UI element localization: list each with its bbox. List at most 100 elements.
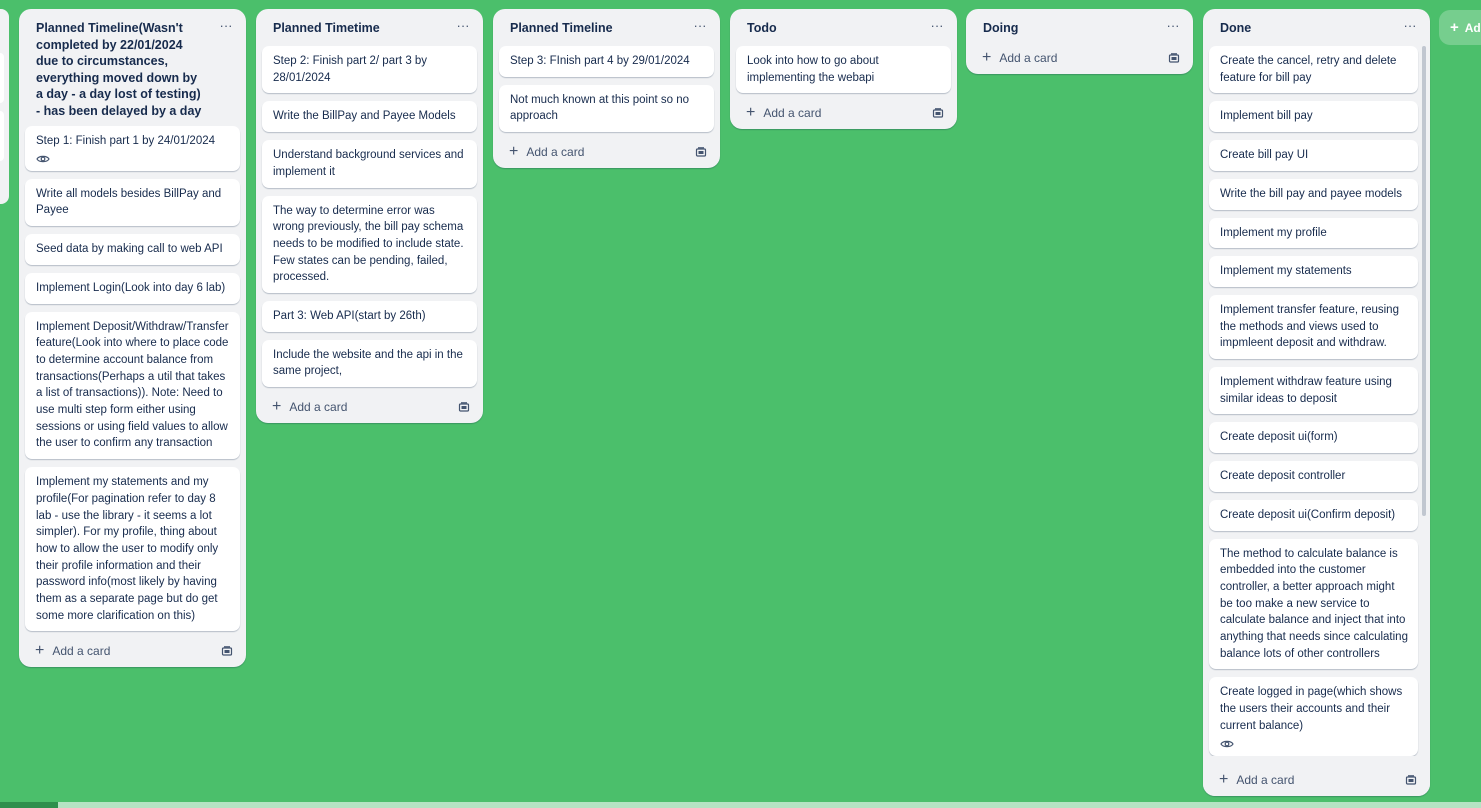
card-title: Include the website and the api in the s… xyxy=(273,348,463,378)
card[interactable]: The way to determine error was wrong pre… xyxy=(262,195,477,294)
card-template-icon[interactable] xyxy=(458,401,470,413)
card[interactable]: Seed data by making call to web API xyxy=(25,234,240,265)
ellipsis-icon[interactable]: ··· xyxy=(1165,17,1181,33)
list-title[interactable]: Planned Timeline xyxy=(510,20,680,37)
offscreen-card xyxy=(0,53,4,103)
card-template-icon[interactable] xyxy=(221,645,233,657)
ellipsis-icon[interactable]: ··· xyxy=(218,17,234,33)
card-title: Implement Deposit/Withdraw/Transfer feat… xyxy=(36,320,229,450)
card[interactable]: The method to calculate balance is embed… xyxy=(1209,538,1418,670)
card-title: Create logged in page(which shows the us… xyxy=(1220,686,1403,732)
plus-icon: + xyxy=(272,398,282,416)
card[interactable]: Implement my statements xyxy=(1209,256,1418,287)
add-card-button[interactable]: + Add a card xyxy=(1219,771,1294,788)
add-card-label: Add a card xyxy=(763,106,822,121)
list-title[interactable]: Todo xyxy=(747,20,917,37)
vertical-scrollbar[interactable] xyxy=(1422,46,1426,516)
card[interactable]: Not much known at this point so no appro… xyxy=(499,84,714,133)
card-title: Implement transfer feature, reusing the … xyxy=(1220,303,1399,350)
add-card-button[interactable]: + Add a card xyxy=(272,398,347,416)
list-header: Planned Timeline(Wasn't completed by 22/… xyxy=(19,9,246,123)
card-title: Create bill pay UI xyxy=(1220,149,1309,162)
eye-icon xyxy=(36,155,50,162)
card[interactable]: Create deposit controller xyxy=(1209,461,1418,492)
add-card-button[interactable]: + Add a card xyxy=(982,50,1058,66)
card-template-icon[interactable] xyxy=(1168,52,1180,64)
card[interactable]: Implement my statements and my profile(F… xyxy=(25,467,240,632)
ellipsis-icon[interactable]: ··· xyxy=(692,17,708,33)
card[interactable]: Write all models besides BillPay and Pay… xyxy=(25,178,240,227)
add-card-button[interactable]: + Add a card xyxy=(746,105,822,121)
list-header: Planned Timeline ··· xyxy=(493,9,720,43)
list-header: Todo ··· xyxy=(730,9,957,43)
card[interactable]: Step 2: Finish part 2/ part 3 by 28/01/2… xyxy=(262,46,477,94)
list-title[interactable]: Planned Timeline(Wasn't completed by 22/… xyxy=(36,20,206,119)
plus-icon: + xyxy=(35,642,45,660)
card[interactable]: Write the BillPay and Payee Models xyxy=(262,101,477,133)
card-template-icon[interactable] xyxy=(932,107,944,119)
list-header: Planned Timetime ··· xyxy=(256,9,483,43)
ellipsis-icon[interactable]: ··· xyxy=(929,17,945,33)
card[interactable]: Create deposit ui(form) xyxy=(1209,422,1418,454)
card[interactable]: Step 1: Finish part 1 by 24/01/2024 xyxy=(25,126,240,171)
add-card-label: Add a card xyxy=(526,145,585,160)
done-cards-scroll[interactable]: Create the cancel, retry and delete feat… xyxy=(1203,43,1430,756)
add-card-label: Add a card xyxy=(52,644,111,659)
card[interactable]: Part 3: Web API(start by 26th) xyxy=(262,301,477,332)
card-title: Create the cancel, retry and delete feat… xyxy=(1220,55,1397,84)
list-todo: Todo ··· Look into how to go about imple… xyxy=(730,9,957,130)
list-done: Done ··· Create the cancel, retry and de… xyxy=(1203,9,1430,796)
card-title: The method to calculate balance is embed… xyxy=(1220,547,1408,660)
list-footer: + Add a card xyxy=(966,43,1193,74)
card-title: Implement my statements and my profile(F… xyxy=(36,476,219,622)
ellipsis-icon[interactable]: ··· xyxy=(455,17,471,33)
plus-icon: + xyxy=(509,143,519,161)
card[interactable]: Implement Login(Look into day 6 lab) xyxy=(25,272,240,304)
card[interactable]: Create the cancel, retry and delete feat… xyxy=(1209,46,1418,94)
card-title: Part 3: Web API(start by 26th) xyxy=(273,310,426,323)
card[interactable]: Create bill pay UI xyxy=(1209,140,1418,171)
card-title: Create deposit controller xyxy=(1220,470,1346,483)
card[interactable]: Implement transfer feature, reusing the … xyxy=(1209,294,1418,360)
scroll-left-segment xyxy=(0,802,58,808)
card-title: Implement my statements xyxy=(1220,265,1352,278)
card[interactable]: Implement Deposit/Withdraw/Transfer feat… xyxy=(25,311,240,460)
card-title: Step 3: FInish part 4 by 29/01/2024 xyxy=(510,55,690,67)
card-title: Create deposit ui(form) xyxy=(1220,431,1338,444)
card[interactable]: Create deposit ui(Confirm deposit) xyxy=(1209,499,1418,531)
card[interactable]: Step 3: FInish part 4 by 29/01/2024 xyxy=(499,46,714,77)
add-list-button[interactable]: + Ad xyxy=(1439,10,1481,45)
card[interactable]: Implement withdraw feature using similar… xyxy=(1209,367,1418,415)
list-planned-timeline-delayed: Planned Timeline(Wasn't completed by 22/… xyxy=(19,9,246,668)
card-template-icon[interactable] xyxy=(695,146,707,158)
add-card-button[interactable]: + Add a card xyxy=(35,642,111,660)
list-footer: + Add a card xyxy=(256,395,483,423)
list-planned-timeline: Planned Timeline ··· Step 3: FInish part… xyxy=(493,9,720,169)
card[interactable]: Write the bill pay and payee models xyxy=(1209,178,1418,210)
plus-icon: + xyxy=(1450,19,1459,36)
list-header: Done ··· xyxy=(1203,9,1430,43)
list-title[interactable]: Doing xyxy=(983,20,1153,37)
card-title: Step 1: Finish part 1 by 24/01/2024 xyxy=(36,135,216,147)
card-title: Implement withdraw feature using similar… xyxy=(1220,376,1392,405)
ellipsis-icon[interactable]: ··· xyxy=(1402,17,1418,33)
plus-icon: + xyxy=(1219,771,1229,788)
card[interactable]: Include the website and the api in the s… xyxy=(262,339,477,388)
horizontal-scrollbar-thumb[interactable] xyxy=(58,802,1481,808)
list-title[interactable]: Done xyxy=(1220,20,1390,37)
card-title: Look into how to go about implementing t… xyxy=(747,55,879,84)
card-title: Implement Login(Look into day 6 lab) xyxy=(36,281,226,294)
card-title: Write the bill pay and payee models xyxy=(1220,187,1402,200)
card-template-icon[interactable] xyxy=(1405,774,1417,786)
list-title[interactable]: Planned Timetime xyxy=(273,20,443,37)
add-card-label: Add a card xyxy=(999,51,1058,65)
list-planned-timetime: Planned Timetime ··· Step 2: Finish part… xyxy=(256,9,483,424)
card[interactable]: Look into how to go about implementing t… xyxy=(736,46,951,94)
card[interactable]: Implement bill pay xyxy=(1209,101,1418,133)
card[interactable]: Implement my profile xyxy=(1209,217,1418,249)
card[interactable]: Understand background services and imple… xyxy=(262,140,477,188)
list-footer: + Add a card xyxy=(1203,763,1430,796)
offscreen-list xyxy=(0,9,9,204)
card[interactable]: Create logged in page(which shows the us… xyxy=(1209,677,1418,756)
add-card-button[interactable]: + Add a card xyxy=(509,143,585,161)
